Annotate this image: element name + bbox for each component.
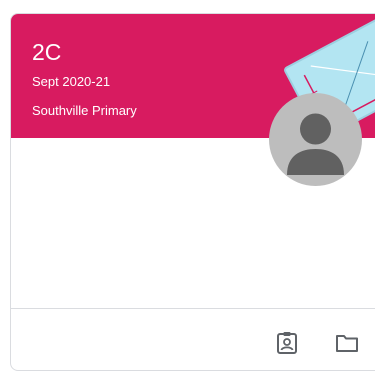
school-name: Southville Primary: [32, 103, 137, 118]
person-silhouette-icon: [287, 113, 344, 175]
assignment-ind-icon[interactable]: [273, 329, 301, 357]
folder-icon[interactable]: [333, 329, 361, 357]
class-title[interactable]: 2C: [32, 41, 61, 64]
teacher-avatar-icon: [269, 93, 362, 186]
class-card[interactable]: 2C Sept 2020-21 Southville Primary: [10, 13, 375, 371]
class-section: Sept 2020-21: [32, 74, 111, 89]
class-card-footer: [11, 308, 375, 370]
